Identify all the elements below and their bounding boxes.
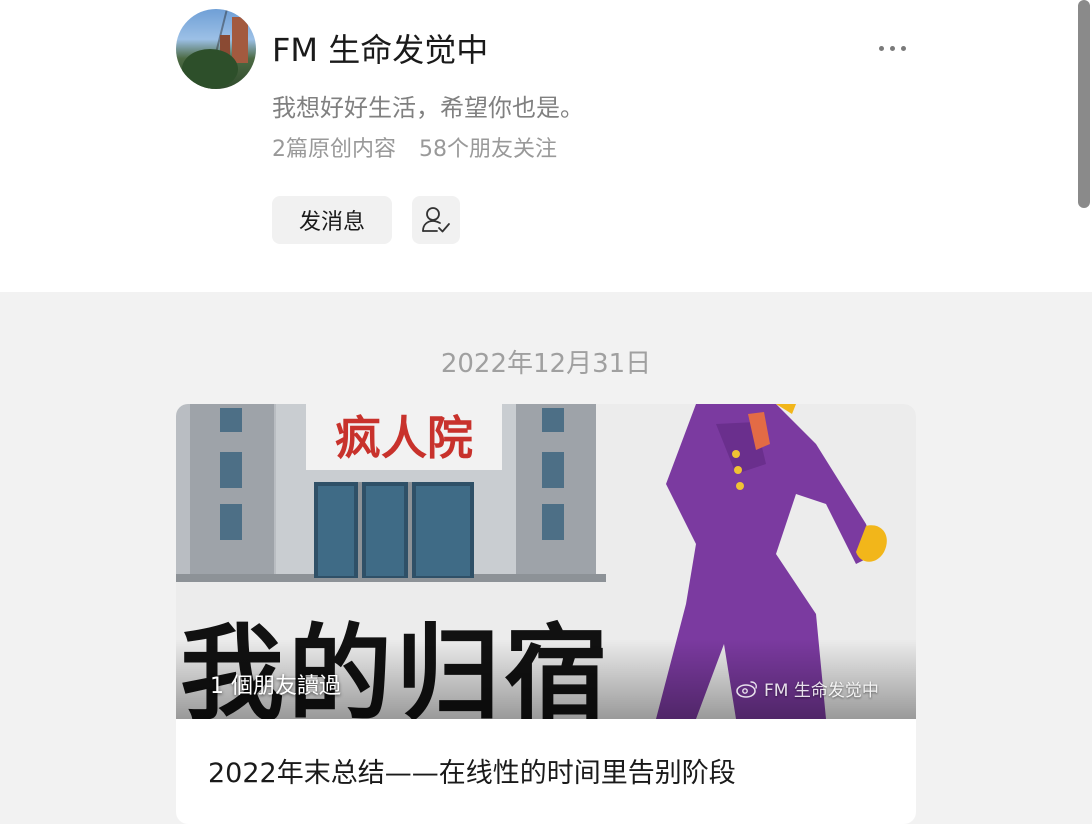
account-bio: 我想好好生活，希望你也是。 — [272, 94, 584, 122]
profile-header: FM 生命发觉中 我想好好生活，希望你也是。 2篇原创内容 58个朋友关注 发消… — [0, 0, 1092, 292]
article-title[interactable]: 2022年末总结——在线性的时间里告别阶段 — [208, 754, 736, 794]
follow-button[interactable] — [412, 196, 460, 244]
user-check-icon — [422, 207, 450, 233]
post-date: 2022年12月31日 — [440, 349, 652, 379]
more-icon[interactable] — [870, 34, 914, 62]
cover-sign-text: 疯人院 — [335, 411, 473, 465]
account-name: FM 生命发觉中 — [272, 31, 489, 69]
weibo-icon — [736, 680, 757, 698]
watermark-text: FM 生命发觉中 — [764, 681, 879, 701]
article-card[interactable]: 疯人院 我的归宿 1 個 — [176, 404, 916, 824]
scrollbar-thumb[interactable] — [1078, 0, 1090, 208]
send-message-button[interactable]: 发消息 — [272, 196, 392, 244]
cover-watermark: FM 生命发觉中 — [736, 676, 879, 701]
original-count: 2篇原创内容 — [272, 137, 396, 162]
follower-count: 58个朋友关注 — [419, 137, 557, 162]
scrollbar[interactable] — [1076, 0, 1092, 800]
avatar[interactable] — [176, 9, 256, 89]
account-stats: 2篇原创内容 58个朋友关注 — [272, 134, 557, 166]
friends-read-count: 1 個朋友讀過 — [210, 674, 341, 699]
article-cover-image: 疯人院 我的归宿 1 個 — [176, 404, 916, 719]
